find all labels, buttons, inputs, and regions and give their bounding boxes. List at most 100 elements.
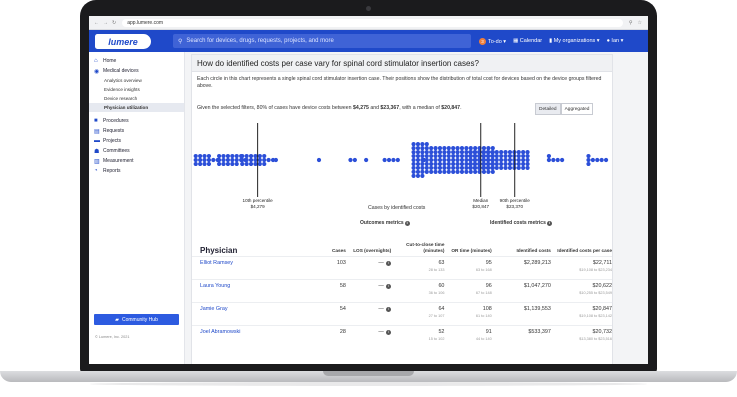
sidebar-item-reports[interactable]: ◔ Reports: [89, 166, 184, 176]
case-dot[interactable]: [525, 149, 530, 155]
case-dot[interactable]: [455, 153, 460, 159]
case-dot[interactable]: [411, 146, 416, 151]
case-dot[interactable]: [424, 161, 429, 167]
case-dot[interactable]: [451, 153, 456, 159]
case-dot[interactable]: [459, 157, 465, 163]
case-dot[interactable]: [499, 157, 504, 163]
sidebar-sub-analytics[interactable]: Analytics overview: [89, 76, 184, 85]
case-dot[interactable]: [316, 157, 322, 163]
case-dot[interactable]: [437, 161, 443, 167]
case-dot[interactable]: [451, 161, 456, 167]
case-dot[interactable]: [415, 157, 421, 163]
case-dot[interactable]: [459, 153, 465, 159]
sidebar-item-home[interactable]: ⌂ Home: [89, 56, 184, 66]
case-dot[interactable]: [364, 157, 369, 163]
sidebar-item-medical-devices[interactable]: ◉ Medical devices: [89, 66, 184, 76]
case-dot[interactable]: [415, 146, 421, 151]
case-dot[interactable]: [437, 157, 443, 163]
case-dot[interactable]: [411, 161, 416, 167]
case-dot[interactable]: [411, 173, 416, 178]
case-dot[interactable]: [433, 157, 438, 163]
case-dot[interactable]: [494, 149, 499, 155]
case-dot[interactable]: [525, 165, 530, 171]
case-dot[interactable]: [217, 161, 222, 167]
case-dot[interactable]: [415, 149, 421, 155]
case-dot[interactable]: [555, 157, 560, 163]
case-dot[interactable]: [429, 165, 434, 171]
case-dot[interactable]: [516, 153, 521, 159]
case-dot[interactable]: [507, 157, 513, 163]
case-dot[interactable]: [468, 161, 473, 167]
case-dot[interactable]: [198, 153, 203, 159]
case-dot[interactable]: [202, 153, 207, 159]
case-dot[interactable]: [386, 157, 392, 163]
case-dot[interactable]: [437, 146, 443, 151]
case-dot[interactable]: [472, 161, 477, 167]
case-dot[interactable]: [420, 173, 425, 178]
case-dot[interactable]: [420, 153, 425, 159]
sidebar-sub-research[interactable]: Device research: [89, 94, 184, 103]
case-dot[interactable]: [253, 157, 258, 163]
case-dot[interactable]: [424, 149, 429, 155]
case-dot[interactable]: [240, 153, 245, 159]
case-dot[interactable]: [507, 161, 513, 167]
case-dot[interactable]: [442, 149, 447, 155]
case-dot[interactable]: [516, 149, 521, 155]
calendar-link[interactable]: ▦ Calendar: [513, 38, 542, 44]
case-dot[interactable]: [424, 165, 429, 171]
case-dot[interactable]: [202, 157, 207, 163]
case-dot[interactable]: [485, 153, 491, 159]
case-dot[interactable]: [348, 157, 353, 163]
case-dot[interactable]: [451, 169, 456, 174]
case-dot[interactable]: [503, 149, 508, 155]
case-dot[interactable]: [485, 161, 491, 167]
case-dot[interactable]: [442, 146, 447, 151]
case-dot[interactable]: [442, 165, 447, 171]
sidebar-item-requests[interactable]: ▤ Requests: [89, 126, 184, 136]
case-dot[interactable]: [230, 161, 235, 167]
case-dot[interactable]: [546, 153, 552, 159]
case-dot[interactable]: [257, 161, 262, 167]
case-dot[interactable]: [464, 165, 469, 171]
col-ctc[interactable]: Cut-to-close time (minutes): [391, 242, 444, 254]
case-dot[interactable]: [459, 165, 465, 171]
case-dot[interactable]: [433, 169, 438, 174]
case-dot[interactable]: [437, 165, 443, 171]
case-dot[interactable]: [420, 157, 425, 163]
case-dot[interactable]: [262, 157, 267, 163]
case-dot[interactable]: [485, 165, 491, 171]
case-dot[interactable]: [382, 157, 387, 163]
case-dot[interactable]: [411, 153, 416, 159]
physician-link[interactable]: Jamie Gray: [192, 306, 299, 313]
case-dot[interactable]: [516, 165, 521, 171]
case-dot[interactable]: [525, 161, 530, 167]
bookmark-star-icon[interactable]: ☆: [638, 20, 642, 26]
case-dot[interactable]: [217, 157, 222, 163]
case-dot[interactable]: [262, 153, 267, 159]
case-dot[interactable]: [248, 161, 254, 167]
case-dot[interactable]: [494, 161, 499, 167]
case-dot[interactable]: [193, 153, 198, 159]
case-dot[interactable]: [411, 169, 416, 174]
todo-menu[interactable]: 3 To-do ▾: [479, 37, 506, 45]
case-dot[interactable]: [507, 149, 513, 155]
case-dot[interactable]: [499, 149, 504, 155]
case-dot[interactable]: [198, 161, 203, 167]
case-dot[interactable]: [455, 157, 460, 163]
case-dot[interactable]: [586, 153, 591, 159]
case-dot[interactable]: [234, 153, 239, 159]
info-icon[interactable]: i: [546, 221, 552, 226]
case-dot[interactable]: [486, 146, 491, 151]
case-dot[interactable]: [546, 157, 552, 163]
case-dot[interactable]: [234, 161, 239, 167]
case-dot[interactable]: [221, 153, 226, 159]
case-dot[interactable]: [442, 153, 447, 159]
case-dot[interactable]: [503, 153, 508, 159]
case-dot[interactable]: [244, 157, 249, 163]
case-dot[interactable]: [481, 157, 486, 163]
case-dot[interactable]: [521, 149, 526, 155]
case-dot[interactable]: [424, 153, 429, 159]
case-dot[interactable]: [521, 157, 526, 163]
case-dot[interactable]: [411, 149, 416, 155]
case-dot[interactable]: [437, 149, 443, 155]
